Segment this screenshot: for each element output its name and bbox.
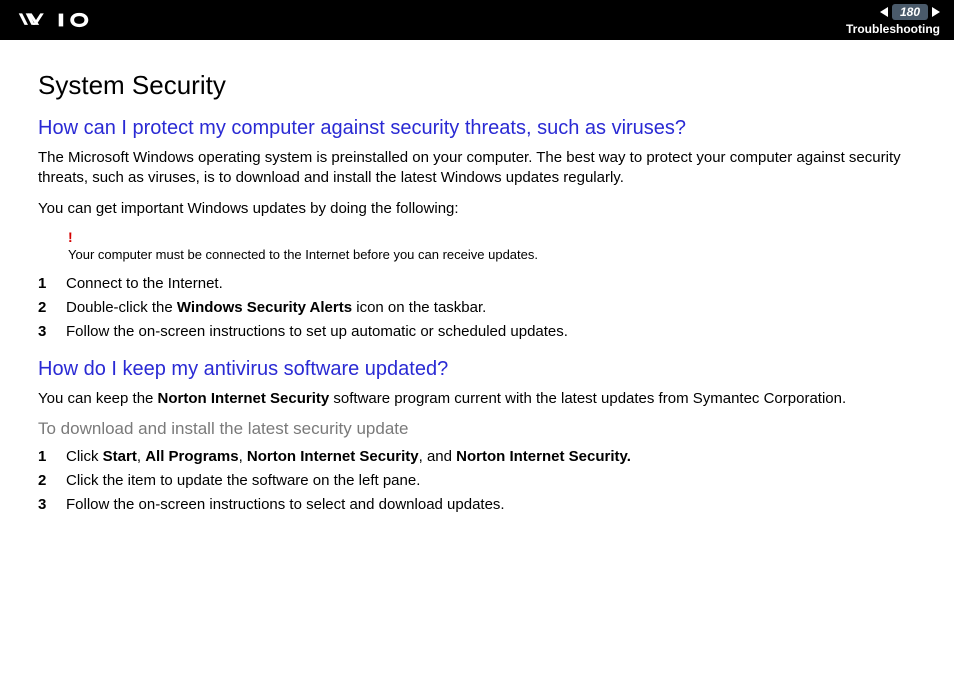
exclamation-icon: ! — [68, 229, 916, 245]
section-label: Troubleshooting — [846, 22, 940, 36]
list-item: 3 Follow the on-screen instructions to s… — [38, 320, 916, 344]
step-number: 3 — [38, 320, 66, 344]
list-item: 1 Click Start, All Programs, Norton Inte… — [38, 445, 916, 469]
q2-subheading: To download and install the latest secur… — [38, 419, 916, 439]
prev-page-arrow-icon[interactable] — [880, 7, 888, 17]
header-right: 180 Troubleshooting — [846, 4, 940, 36]
page-number-badge: 180 — [892, 4, 928, 20]
step-text: Click Start, All Programs, Norton Intern… — [66, 445, 916, 469]
q1-steps: 1 Connect to the Internet. 2 Double-clic… — [38, 272, 916, 344]
question-1-heading: How can I protect my computer against se… — [38, 117, 916, 140]
step-text: Double-click the Windows Security Alerts… — [66, 296, 916, 320]
list-item: 2 Double-click the Windows Security Aler… — [38, 296, 916, 320]
step-text: Follow the on-screen instructions to sel… — [66, 493, 916, 517]
next-page-arrow-icon[interactable] — [932, 7, 940, 17]
q1-paragraph-1: The Microsoft Windows operating system i… — [38, 148, 916, 189]
list-item: 2 Click the item to update the software … — [38, 469, 916, 493]
step-text: Connect to the Internet. — [66, 272, 916, 296]
page-content: System Security How can I protect my com… — [0, 40, 954, 545]
warning-note: ! Your computer must be connected to the… — [68, 229, 916, 262]
step-text: Follow the on-screen instructions to set… — [66, 320, 916, 344]
pager: 180 — [880, 4, 940, 20]
header-bar: 180 Troubleshooting — [0, 0, 954, 40]
q2-paragraph-1: You can keep the Norton Internet Securit… — [38, 389, 916, 409]
question-2-heading: How do I keep my antivirus software upda… — [38, 358, 916, 381]
list-item: 3 Follow the on-screen instructions to s… — [38, 493, 916, 517]
warning-text: Your computer must be connected to the I… — [68, 247, 538, 262]
step-number: 1 — [38, 272, 66, 296]
q2-steps: 1 Click Start, All Programs, Norton Inte… — [38, 445, 916, 517]
page-title: System Security — [38, 70, 916, 101]
q1-paragraph-2: You can get important Windows updates by… — [38, 199, 916, 219]
step-text: Click the item to update the software on… — [66, 469, 916, 493]
step-number: 2 — [38, 469, 66, 493]
vaio-logo — [14, 11, 124, 29]
step-number: 3 — [38, 493, 66, 517]
list-item: 1 Connect to the Internet. — [38, 272, 916, 296]
step-number: 1 — [38, 445, 66, 469]
step-number: 2 — [38, 296, 66, 320]
